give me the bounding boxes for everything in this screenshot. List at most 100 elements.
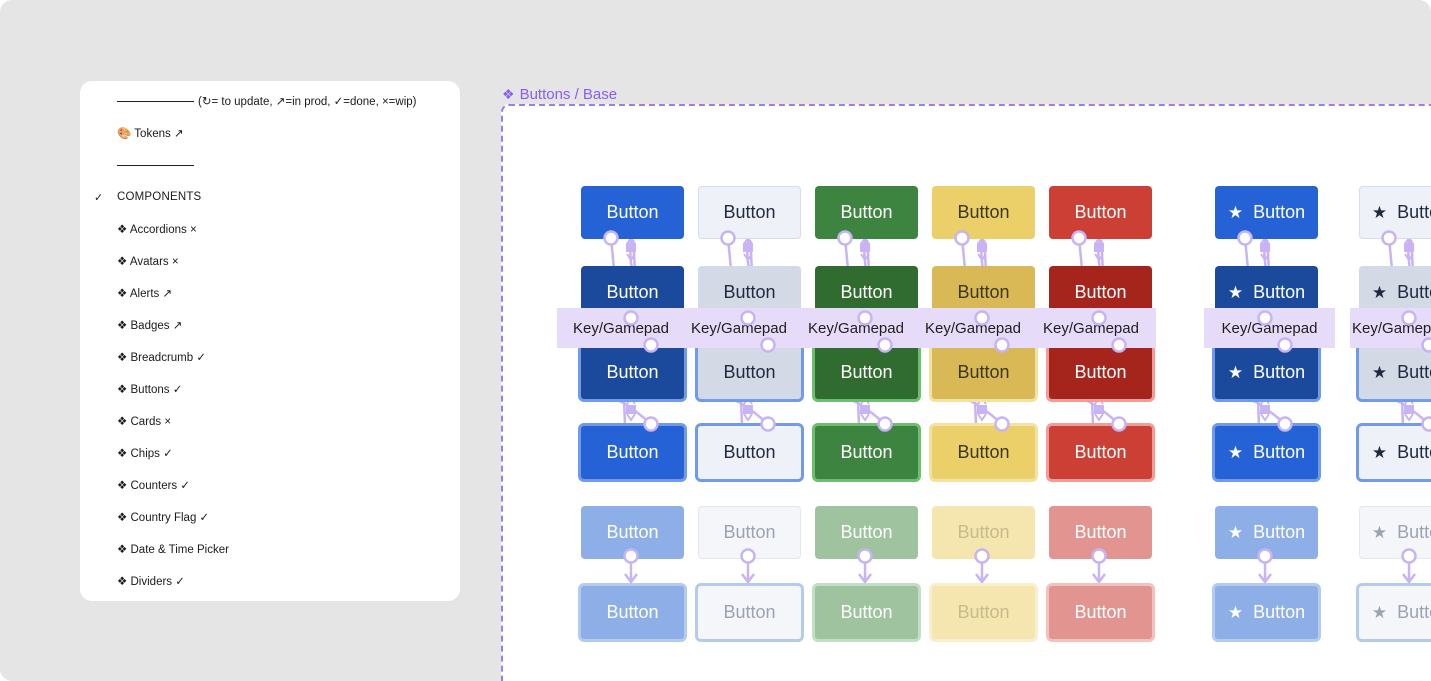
star-icon: ★: [1227, 522, 1244, 542]
secondary-button-state-1[interactable]: Button: [698, 186, 801, 239]
button-label: Button: [1253, 522, 1306, 542]
button-label: Button: [606, 282, 659, 302]
layer-item-breadcrumb[interactable]: ❖ Breadcrumb ✓: [80, 341, 460, 373]
interaction-trigger-label[interactable]: Key/Gamepad: [1026, 308, 1156, 348]
layer-label: ❖ Cards ×: [117, 416, 172, 428]
primary-button-state-3[interactable]: Button: [578, 343, 687, 402]
secondary-icon-button-state-3[interactable]: ★ Button: [1356, 343, 1431, 402]
canvas-background: (↻= to update, ↗=in prod, ✓=done, ×=wip)…: [0, 0, 1431, 681]
interaction-trigger-label[interactable]: Key/Gamepad: [909, 308, 1037, 348]
layer-item-counters[interactable]: ❖ Counters ✓: [80, 469, 460, 501]
interaction-trigger-label[interactable]: Key/Gamepad: [1204, 308, 1335, 348]
frame-title-label: Buttons / Base: [519, 86, 618, 103]
layer-item-dividers[interactable]: ❖ Dividers ✓: [80, 565, 460, 597]
layer-item-legend[interactable]: (↻= to update, ↗=in prod, ✓=done, ×=wip): [80, 85, 460, 117]
secondary-icon-button-state-5[interactable]: ★ Button: [1359, 506, 1431, 559]
layer-label: ❖ Badges ↗: [117, 320, 183, 332]
primary-button-state-5[interactable]: Button: [581, 506, 684, 559]
primary-icon-button-state-1[interactable]: ★ Button: [1215, 186, 1318, 239]
layer-item-buttons[interactable]: ❖ Buttons ✓: [80, 373, 460, 405]
star-icon: ★: [1371, 522, 1388, 542]
button-label: Button: [1397, 602, 1431, 622]
layer-item-badges[interactable]: ❖ Badges ↗: [80, 309, 460, 341]
star-icon: ★: [1227, 202, 1244, 222]
warning-button-state-6[interactable]: Button: [929, 583, 1038, 642]
button-label: Button: [1397, 362, 1431, 382]
layer-label: ❖ Buttons ✓: [117, 384, 183, 396]
success-button-state-4[interactable]: Button: [812, 423, 921, 482]
secondary-icon-button-state-4[interactable]: ★ Button: [1356, 423, 1431, 482]
primary-icon-button-state-5[interactable]: ★ Button: [1215, 506, 1318, 559]
button-label: Button: [1253, 362, 1306, 382]
button-label: Button: [723, 442, 776, 462]
button-label: Button: [1074, 362, 1127, 382]
button-label: Button: [840, 202, 893, 222]
button-label: Button: [840, 282, 893, 302]
layer-item-tokens[interactable]: 🎨 Tokens ↗: [80, 117, 460, 149]
layer-label: ❖ Counters ✓: [117, 480, 190, 492]
primary-icon-button-state-6[interactable]: ★ Button: [1212, 583, 1321, 642]
danger-button-state-5[interactable]: Button: [1049, 506, 1152, 559]
layer-label: ❖ Chips ✓: [117, 448, 173, 460]
danger-button-state-3[interactable]: Button: [1046, 343, 1155, 402]
warning-button-state-1[interactable]: Button: [932, 186, 1035, 239]
warning-button-state-3[interactable]: Button: [929, 343, 1038, 402]
button-label: Button: [840, 362, 893, 382]
primary-icon-button-state-3[interactable]: ★ Button: [1212, 343, 1321, 402]
button-label: Button: [723, 202, 776, 222]
button-label: Button: [1397, 522, 1431, 542]
star-icon: ★: [1371, 602, 1388, 622]
secondary-button-state-3[interactable]: Button: [695, 343, 804, 402]
layer-label: ❖ Alerts ↗: [117, 288, 173, 300]
secondary-button-state-6[interactable]: Button: [695, 583, 804, 642]
layer-label: 🎨 Tokens ↗: [117, 128, 184, 140]
layer-item-country-flag[interactable]: ❖ Country Flag ✓: [80, 501, 460, 533]
button-label: Button: [723, 282, 776, 302]
layer-item-alerts[interactable]: ❖ Alerts ↗: [80, 277, 460, 309]
component-set-icon: ❖: [502, 86, 515, 102]
interaction-trigger-label[interactable]: Key/Gamepad: [675, 308, 803, 348]
button-label: Button: [1074, 282, 1127, 302]
secondary-icon-button-state-1[interactable]: ★ Button: [1359, 186, 1431, 239]
interaction-trigger-label[interactable]: Key/Gamepad: [557, 308, 685, 348]
layer-label: (↻= to update, ↗=in prod, ✓=done, ×=wip): [198, 96, 417, 108]
primary-icon-button-state-4[interactable]: ★ Button: [1212, 423, 1321, 482]
warning-button-state-4[interactable]: Button: [929, 423, 1038, 482]
success-button-state-6[interactable]: Button: [812, 583, 921, 642]
star-icon: ★: [1371, 362, 1388, 382]
layer-item-date-time-picker[interactable]: ❖ Date & Time Picker: [80, 533, 460, 565]
secondary-icon-button-state-6[interactable]: ★ Button: [1356, 583, 1431, 642]
secondary-button-state-5[interactable]: Button: [698, 506, 801, 559]
success-button-state-3[interactable]: Button: [812, 343, 921, 402]
secondary-button-state-4[interactable]: Button: [695, 423, 804, 482]
separator-rule: [117, 101, 194, 102]
success-button-state-5[interactable]: Button: [815, 506, 918, 559]
button-label: Button: [723, 522, 776, 542]
warning-button-state-5[interactable]: Button: [932, 506, 1035, 559]
danger-button-state-6[interactable]: Button: [1046, 583, 1155, 642]
frame-title[interactable]: ❖ Buttons / Base: [502, 86, 617, 103]
button-label: Button: [840, 602, 893, 622]
button-label: Button: [840, 522, 893, 542]
danger-button-state-1[interactable]: Button: [1049, 186, 1152, 239]
primary-button-state-6[interactable]: Button: [578, 583, 687, 642]
layer-label: ❖ Country Flag ✓: [117, 512, 210, 524]
success-button-state-1[interactable]: Button: [815, 186, 918, 239]
layer-item-cards[interactable]: ❖ Cards ×: [80, 405, 460, 437]
button-label: Button: [723, 362, 776, 382]
layer-item-chips[interactable]: ❖ Chips ✓: [80, 437, 460, 469]
layer-item-avatars[interactable]: ❖ Avatars ×: [80, 245, 460, 277]
interaction-trigger-label[interactable]: Key/Gamepad: [1350, 308, 1431, 348]
layer-label: ❖ Breadcrumb ✓: [117, 352, 206, 364]
button-label: Button: [606, 522, 659, 542]
star-icon: ★: [1371, 202, 1388, 222]
interaction-trigger-label[interactable]: Key/Gamepad: [792, 308, 920, 348]
button-label: Button: [957, 282, 1010, 302]
button-label: Button: [1253, 282, 1306, 302]
danger-button-state-4[interactable]: Button: [1046, 423, 1155, 482]
layer-item-divider[interactable]: [80, 149, 460, 181]
layer-item-accordions[interactable]: ❖ Accordions ×: [80, 213, 460, 245]
primary-button-state-4[interactable]: Button: [578, 423, 687, 482]
layer-item-components[interactable]: ✓ COMPONENTS: [80, 181, 460, 213]
primary-button-state-1[interactable]: Button: [581, 186, 684, 239]
